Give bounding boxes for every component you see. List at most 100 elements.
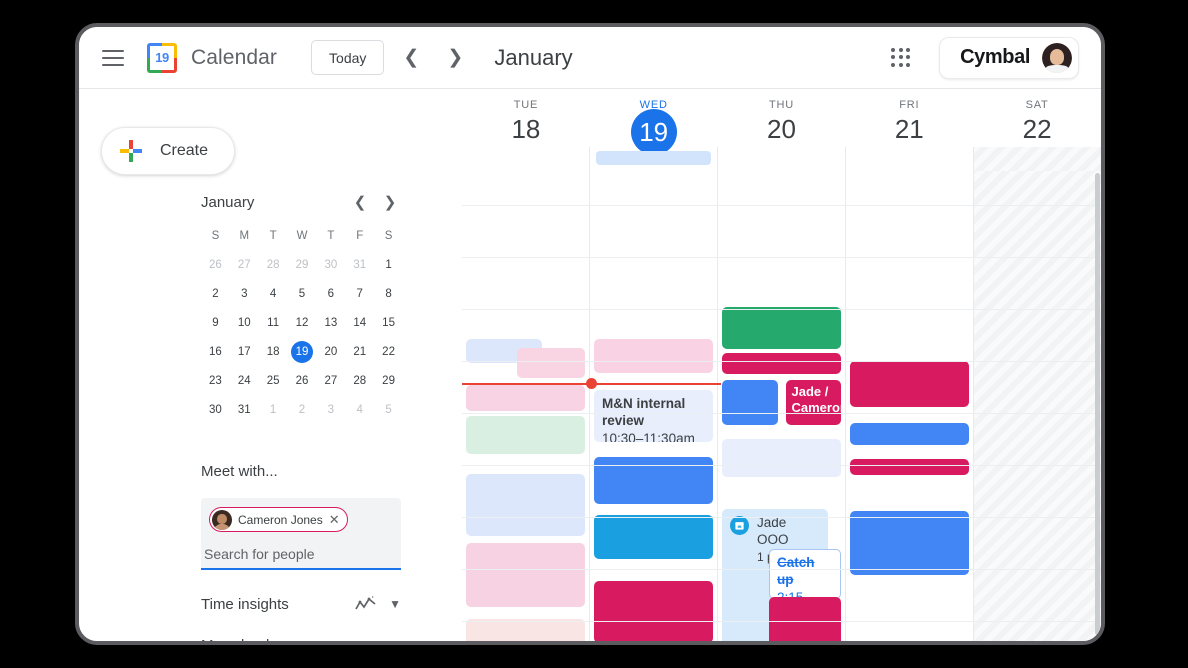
mini-calendar-day[interactable]: 28 (259, 254, 288, 276)
event-block[interactable] (466, 619, 585, 641)
mini-calendar-day[interactable]: 23 (201, 370, 230, 392)
today-button[interactable]: Today (311, 40, 385, 75)
account-switcher[interactable]: Cymbal (939, 36, 1079, 79)
mini-calendar-day[interactable]: 27 (316, 370, 345, 392)
day-column-sat[interactable] (973, 171, 1101, 641)
chevron-up-icon[interactable]: ▲ (389, 638, 401, 641)
person-chip-cameron-jones[interactable]: Cameron Jones ✕ (209, 507, 348, 532)
mini-calendar-day[interactable]: 12 (288, 312, 317, 334)
all-day-event[interactable] (596, 151, 711, 165)
mini-calendar-day[interactable]: 2 (201, 283, 230, 305)
all-day-cell[interactable] (589, 147, 717, 171)
mini-calendar-day[interactable]: 13 (316, 312, 345, 334)
mini-calendar-day[interactable]: 8 (374, 283, 403, 305)
main-menu-icon[interactable] (102, 49, 124, 66)
event-block[interactable] (850, 423, 969, 445)
mini-calendar-day[interactable]: 20 (316, 341, 345, 363)
mini-calendar-day[interactable]: 3 (230, 283, 259, 305)
day-number[interactable]: 21 (845, 114, 973, 145)
mini-calendar-day[interactable]: 7 (345, 283, 374, 305)
event-block[interactable] (594, 581, 713, 641)
all-day-cell[interactable] (973, 147, 1101, 171)
day-number[interactable]: 20 (718, 114, 846, 145)
mini-calendar-day[interactable]: 16 (201, 341, 230, 363)
event-block[interactable] (722, 353, 841, 374)
event-block[interactable] (466, 416, 585, 454)
mini-calendar-day[interactable]: 24 (230, 370, 259, 392)
sidebar-item-my-calendars[interactable]: My calendars ▲ (201, 632, 401, 642)
event-block[interactable] (594, 339, 713, 373)
event-jade-cameron[interactable]: Jade / Cameron (785, 380, 841, 425)
mini-calendar-day[interactable]: 1 (259, 399, 288, 421)
create-button[interactable]: Create (101, 127, 236, 175)
day-column-thu[interactable]: Jade / CameronJade OOO1 pmCatch up2:15-3… (717, 171, 845, 641)
mini-calendar-day[interactable]: 25 (259, 370, 288, 392)
vertical-scrollbar[interactable] (1095, 173, 1100, 635)
search-people-input[interactable] (201, 546, 401, 562)
mini-calendar-day[interactable]: 5 (288, 283, 317, 305)
day-column-wed[interactable]: M&N internal review10:30–11:30amDo yoga (589, 171, 717, 641)
all-day-cell[interactable] (462, 147, 589, 171)
day-column-tue[interactable] (462, 171, 589, 641)
mini-calendar-day[interactable]: 5 (374, 399, 403, 421)
mini-calendar-day[interactable]: 4 (259, 283, 288, 305)
avatar[interactable] (1042, 42, 1072, 73)
day-number[interactable]: 18 (462, 114, 590, 145)
mini-calendar-day[interactable]: 14 (345, 312, 374, 334)
mini-calendar-day[interactable]: 15 (374, 312, 403, 334)
next-period-button[interactable]: ❯ (438, 41, 472, 75)
event-block[interactable] (722, 307, 841, 349)
event-block[interactable] (466, 543, 585, 607)
mini-calendar-day[interactable]: 30 (316, 254, 345, 276)
event-block[interactable] (466, 474, 585, 536)
day-header-fri[interactable]: FRI 21 (845, 89, 973, 147)
mini-calendar-day[interactable]: 10 (230, 312, 259, 334)
mini-calendar-day[interactable]: 22 (374, 341, 403, 363)
day-header-wed[interactable]: WED 19 (590, 89, 718, 155)
day-header-tue[interactable]: TUE 18 (462, 89, 590, 147)
google-apps-icon[interactable] (891, 47, 911, 68)
close-icon[interactable]: ✕ (329, 513, 340, 526)
mini-calendar-day[interactable]: 26 (288, 370, 317, 392)
event-block[interactable] (516, 348, 585, 378)
day-number[interactable]: 22 (973, 114, 1101, 145)
mini-calendar-day[interactable]: 28 (345, 370, 374, 392)
mini-calendar-day[interactable]: 4 (345, 399, 374, 421)
mini-calendar-day[interactable]: 3 (316, 399, 345, 421)
mini-calendar-grid[interactable]: S M T W T F S 26 27 28 29 30 31 1 2 3 4 5 6 7 8 9 10 11 12 13 14 15… (201, 225, 403, 421)
event-catch-up[interactable]: Catch up2:15-3pm (768, 549, 841, 599)
prev-period-button[interactable]: ❮ (394, 41, 428, 75)
mini-calendar-day[interactable]: 27 (230, 254, 259, 276)
event-block[interactable] (768, 597, 841, 641)
all-day-row[interactable] (462, 147, 1101, 171)
mini-calendar-day[interactable]: 31 (230, 399, 259, 421)
mini-calendar-day[interactable]: 30 (201, 399, 230, 421)
mini-next-month-button[interactable]: ❯ (377, 189, 403, 215)
mini-calendar-day[interactable]: 26 (201, 254, 230, 276)
mini-calendar-day[interactable]: 29 (374, 370, 403, 392)
day-header-thu[interactable]: THU 20 (718, 89, 846, 147)
mini-calendar-day[interactable]: 19 (288, 341, 317, 363)
mini-calendar-day[interactable]: 29 (288, 254, 317, 276)
all-day-cell[interactable] (717, 147, 845, 171)
event-block[interactable] (850, 361, 969, 407)
mini-calendar-day[interactable]: 31 (345, 254, 374, 276)
event-block[interactable] (850, 511, 969, 575)
mini-calendar-day[interactable]: 17 (230, 341, 259, 363)
mini-calendar-day[interactable]: 1 (374, 254, 403, 276)
time-grid[interactable]: M&N internal review10:30–11:30amDo yoga J… (462, 171, 1101, 641)
mini-calendar-day[interactable]: 21 (345, 341, 374, 363)
chevron-down-icon[interactable]: ▼ (389, 597, 401, 611)
mini-calendar-day[interactable]: 9 (201, 312, 230, 334)
mini-calendar-day[interactable]: 2 (288, 399, 317, 421)
event-block[interactable] (466, 385, 585, 411)
all-day-cell[interactable] (845, 147, 973, 171)
event-block[interactable] (722, 439, 841, 477)
mini-prev-month-button[interactable]: ❮ (347, 189, 373, 215)
event-block[interactable] (850, 459, 969, 475)
day-header-sat[interactable]: SAT 22 (973, 89, 1101, 147)
sidebar-item-time-insights[interactable]: Time insights ▼ (201, 591, 401, 617)
event-block[interactable] (594, 515, 713, 559)
mini-calendar-day[interactable]: 18 (259, 341, 288, 363)
event-block[interactable] (722, 380, 778, 425)
